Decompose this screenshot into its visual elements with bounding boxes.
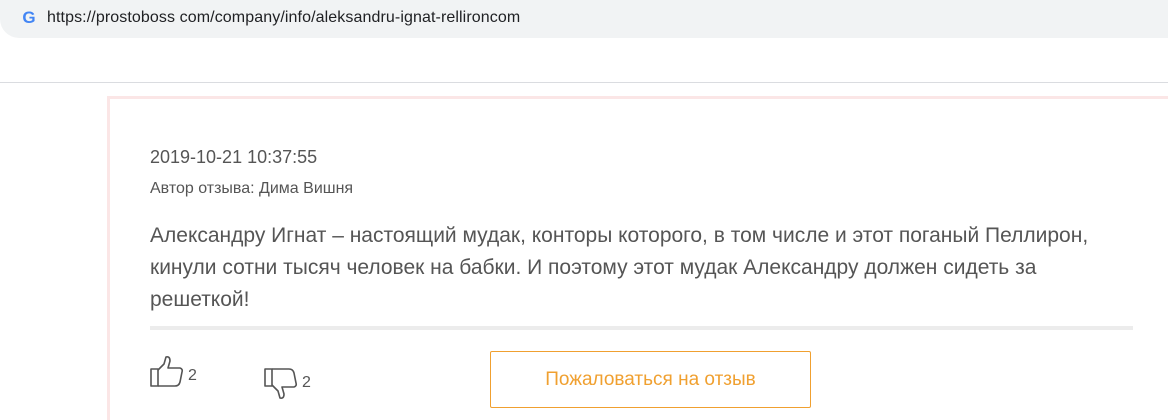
dislike-count: 2 [302,374,311,391]
complain-button[interactable]: Пожаловаться на отзыв [490,351,811,408]
dislike-button[interactable]: 2 [264,368,311,400]
like-count: 2 [188,367,197,384]
toolbar-divider [0,82,1168,83]
review-divider [150,326,1133,330]
thumbs-up-icon [150,355,184,387]
google-g-icon: G [22,8,36,27]
address-bar[interactable]: G https://prostoboss com/company/info/al… [0,0,1168,38]
review-author: Автор отзыва: Дима Вишня [150,180,354,197]
url-text[interactable]: https://prostoboss com/company/info/alek… [47,9,520,27]
review-date: 2019-10-21 10:37:55 [150,147,318,167]
like-button[interactable]: 2 [150,355,197,387]
review-text: Александру Игнат – настоящий мудак, конт… [150,224,1089,311]
thumbs-down-icon [264,368,298,400]
